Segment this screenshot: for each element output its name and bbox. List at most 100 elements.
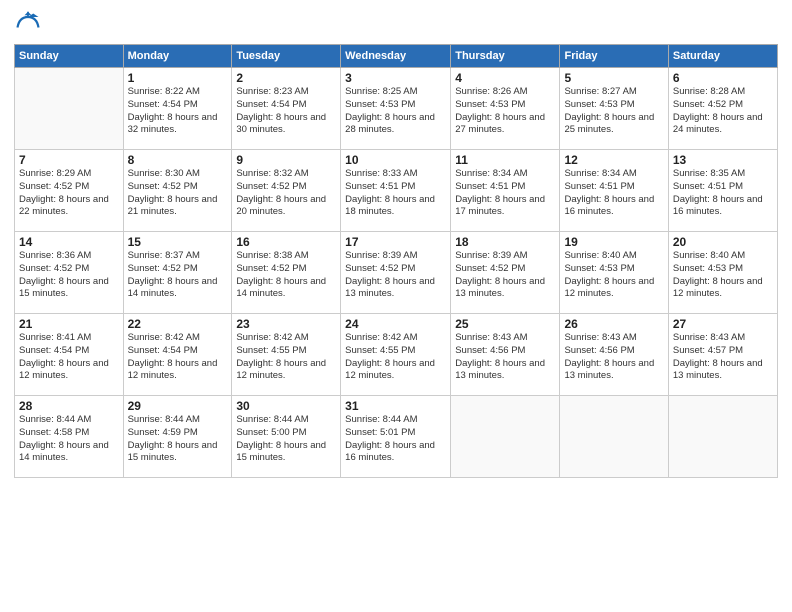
day-number: 19	[564, 235, 663, 249]
calendar-cell: 31Sunrise: 8:44 AMSunset: 5:01 PMDayligh…	[341, 396, 451, 478]
calendar-body: 1Sunrise: 8:22 AMSunset: 4:54 PMDaylight…	[15, 68, 778, 478]
calendar-cell: 16Sunrise: 8:38 AMSunset: 4:52 PMDayligh…	[232, 232, 341, 314]
day-number: 17	[345, 235, 446, 249]
calendar-cell: 25Sunrise: 8:43 AMSunset: 4:56 PMDayligh…	[451, 314, 560, 396]
calendar-cell: 1Sunrise: 8:22 AMSunset: 4:54 PMDaylight…	[123, 68, 232, 150]
calendar-cell: 17Sunrise: 8:39 AMSunset: 4:52 PMDayligh…	[341, 232, 451, 314]
day-info: Sunrise: 8:34 AMSunset: 4:51 PMDaylight:…	[455, 168, 555, 219]
calendar-cell: 10Sunrise: 8:33 AMSunset: 4:51 PMDayligh…	[341, 150, 451, 232]
day-info: Sunrise: 8:39 AMSunset: 4:52 PMDaylight:…	[345, 250, 446, 301]
day-number: 28	[19, 399, 119, 413]
day-info: Sunrise: 8:43 AMSunset: 4:56 PMDaylight:…	[455, 332, 555, 383]
day-info: Sunrise: 8:44 AMSunset: 4:59 PMDaylight:…	[128, 414, 228, 465]
day-info: Sunrise: 8:25 AMSunset: 4:53 PMDaylight:…	[345, 86, 446, 137]
day-number: 3	[345, 71, 446, 85]
logo-icon	[14, 10, 42, 38]
day-number: 18	[455, 235, 555, 249]
day-info: Sunrise: 8:32 AMSunset: 4:52 PMDaylight:…	[236, 168, 336, 219]
calendar-cell: 22Sunrise: 8:42 AMSunset: 4:54 PMDayligh…	[123, 314, 232, 396]
day-number: 31	[345, 399, 446, 413]
calendar-cell: 5Sunrise: 8:27 AMSunset: 4:53 PMDaylight…	[560, 68, 668, 150]
day-info: Sunrise: 8:30 AMSunset: 4:52 PMDaylight:…	[128, 168, 228, 219]
day-info: Sunrise: 8:34 AMSunset: 4:51 PMDaylight:…	[564, 168, 663, 219]
header-day-friday: Friday	[560, 45, 668, 68]
day-info: Sunrise: 8:42 AMSunset: 4:55 PMDaylight:…	[236, 332, 336, 383]
day-number: 25	[455, 317, 555, 331]
day-number: 29	[128, 399, 228, 413]
day-info: Sunrise: 8:43 AMSunset: 4:57 PMDaylight:…	[673, 332, 773, 383]
calendar-cell: 2Sunrise: 8:23 AMSunset: 4:54 PMDaylight…	[232, 68, 341, 150]
header-day-thursday: Thursday	[451, 45, 560, 68]
day-number: 14	[19, 235, 119, 249]
calendar-table: SundayMondayTuesdayWednesdayThursdayFrid…	[14, 44, 778, 478]
day-info: Sunrise: 8:29 AMSunset: 4:52 PMDaylight:…	[19, 168, 119, 219]
day-info: Sunrise: 8:39 AMSunset: 4:52 PMDaylight:…	[455, 250, 555, 301]
calendar-cell: 4Sunrise: 8:26 AMSunset: 4:53 PMDaylight…	[451, 68, 560, 150]
day-info: Sunrise: 8:44 AMSunset: 4:58 PMDaylight:…	[19, 414, 119, 465]
header	[14, 10, 778, 38]
calendar-cell: 26Sunrise: 8:43 AMSunset: 4:56 PMDayligh…	[560, 314, 668, 396]
day-number: 27	[673, 317, 773, 331]
logo	[14, 10, 46, 38]
day-info: Sunrise: 8:37 AMSunset: 4:52 PMDaylight:…	[128, 250, 228, 301]
calendar-week-2: 7Sunrise: 8:29 AMSunset: 4:52 PMDaylight…	[15, 150, 778, 232]
day-info: Sunrise: 8:35 AMSunset: 4:51 PMDaylight:…	[673, 168, 773, 219]
day-info: Sunrise: 8:33 AMSunset: 4:51 PMDaylight:…	[345, 168, 446, 219]
day-info: Sunrise: 8:43 AMSunset: 4:56 PMDaylight:…	[564, 332, 663, 383]
day-number: 9	[236, 153, 336, 167]
day-number: 24	[345, 317, 446, 331]
calendar-cell: 8Sunrise: 8:30 AMSunset: 4:52 PMDaylight…	[123, 150, 232, 232]
header-row: SundayMondayTuesdayWednesdayThursdayFrid…	[15, 45, 778, 68]
calendar-cell: 21Sunrise: 8:41 AMSunset: 4:54 PMDayligh…	[15, 314, 124, 396]
day-number: 15	[128, 235, 228, 249]
day-number: 1	[128, 71, 228, 85]
day-info: Sunrise: 8:23 AMSunset: 4:54 PMDaylight:…	[236, 86, 336, 137]
day-number: 30	[236, 399, 336, 413]
day-number: 23	[236, 317, 336, 331]
day-number: 20	[673, 235, 773, 249]
calendar-cell: 27Sunrise: 8:43 AMSunset: 4:57 PMDayligh…	[668, 314, 777, 396]
calendar-cell: 18Sunrise: 8:39 AMSunset: 4:52 PMDayligh…	[451, 232, 560, 314]
calendar-cell: 19Sunrise: 8:40 AMSunset: 4:53 PMDayligh…	[560, 232, 668, 314]
day-number: 8	[128, 153, 228, 167]
day-info: Sunrise: 8:44 AMSunset: 5:00 PMDaylight:…	[236, 414, 336, 465]
day-number: 5	[564, 71, 663, 85]
calendar-week-4: 21Sunrise: 8:41 AMSunset: 4:54 PMDayligh…	[15, 314, 778, 396]
calendar-cell: 7Sunrise: 8:29 AMSunset: 4:52 PMDaylight…	[15, 150, 124, 232]
day-number: 13	[673, 153, 773, 167]
calendar-cell	[451, 396, 560, 478]
day-number: 7	[19, 153, 119, 167]
calendar-cell: 29Sunrise: 8:44 AMSunset: 4:59 PMDayligh…	[123, 396, 232, 478]
day-info: Sunrise: 8:26 AMSunset: 4:53 PMDaylight:…	[455, 86, 555, 137]
calendar-cell	[15, 68, 124, 150]
day-info: Sunrise: 8:42 AMSunset: 4:55 PMDaylight:…	[345, 332, 446, 383]
header-day-saturday: Saturday	[668, 45, 777, 68]
day-number: 21	[19, 317, 119, 331]
calendar-cell: 12Sunrise: 8:34 AMSunset: 4:51 PMDayligh…	[560, 150, 668, 232]
day-number: 4	[455, 71, 555, 85]
day-info: Sunrise: 8:22 AMSunset: 4:54 PMDaylight:…	[128, 86, 228, 137]
day-info: Sunrise: 8:28 AMSunset: 4:52 PMDaylight:…	[673, 86, 773, 137]
day-number: 2	[236, 71, 336, 85]
calendar-cell: 6Sunrise: 8:28 AMSunset: 4:52 PMDaylight…	[668, 68, 777, 150]
calendar-week-1: 1Sunrise: 8:22 AMSunset: 4:54 PMDaylight…	[15, 68, 778, 150]
calendar-header: SundayMondayTuesdayWednesdayThursdayFrid…	[15, 45, 778, 68]
day-number: 6	[673, 71, 773, 85]
day-number: 26	[564, 317, 663, 331]
header-day-monday: Monday	[123, 45, 232, 68]
calendar-cell: 20Sunrise: 8:40 AMSunset: 4:53 PMDayligh…	[668, 232, 777, 314]
calendar-cell: 24Sunrise: 8:42 AMSunset: 4:55 PMDayligh…	[341, 314, 451, 396]
calendar-cell: 15Sunrise: 8:37 AMSunset: 4:52 PMDayligh…	[123, 232, 232, 314]
calendar-cell: 3Sunrise: 8:25 AMSunset: 4:53 PMDaylight…	[341, 68, 451, 150]
day-info: Sunrise: 8:44 AMSunset: 5:01 PMDaylight:…	[345, 414, 446, 465]
page: SundayMondayTuesdayWednesdayThursdayFrid…	[0, 0, 792, 612]
calendar-cell: 14Sunrise: 8:36 AMSunset: 4:52 PMDayligh…	[15, 232, 124, 314]
day-info: Sunrise: 8:40 AMSunset: 4:53 PMDaylight:…	[564, 250, 663, 301]
day-info: Sunrise: 8:38 AMSunset: 4:52 PMDaylight:…	[236, 250, 336, 301]
day-number: 12	[564, 153, 663, 167]
calendar-cell: 23Sunrise: 8:42 AMSunset: 4:55 PMDayligh…	[232, 314, 341, 396]
day-number: 22	[128, 317, 228, 331]
calendar-week-5: 28Sunrise: 8:44 AMSunset: 4:58 PMDayligh…	[15, 396, 778, 478]
header-day-wednesday: Wednesday	[341, 45, 451, 68]
calendar-cell	[560, 396, 668, 478]
